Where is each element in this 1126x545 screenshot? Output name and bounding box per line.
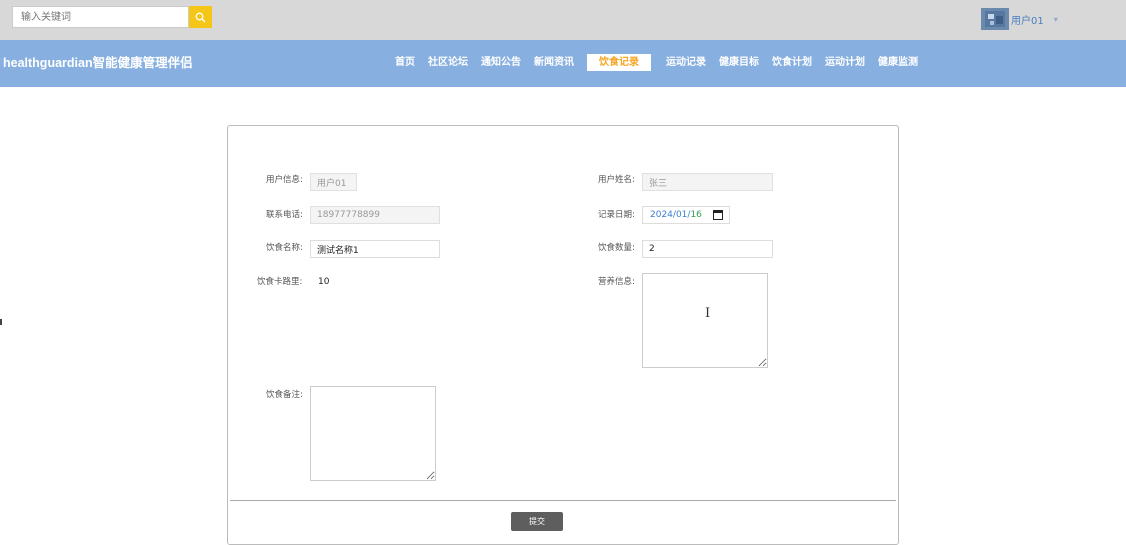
nav-item-health-monitor[interactable]: 健康监测 [878, 54, 918, 71]
date-day: 16 [690, 210, 702, 220]
user-realname-label: 用户姓名: [598, 175, 635, 185]
date-year: 2024 [650, 210, 673, 220]
main-navbar: healthguardian智能健康管理伴侣 首页 社区论坛 通知公告 新闻资讯… [0, 40, 1126, 87]
nav-item-notice[interactable]: 通知公告 [481, 54, 521, 71]
nav-item-health-goal[interactable]: 健康目标 [719, 54, 759, 71]
nav-item-exercise-record[interactable]: 运动记录 [666, 54, 706, 71]
diet-record-form: 用户信息: 用户姓名: 联系电话: 记录日期: 2024/01/16 饮食名称:… [227, 125, 899, 545]
record-date-input[interactable]: 2024/01/16 [642, 206, 730, 224]
avatar-icon [981, 8, 1009, 30]
nav-item-news[interactable]: 新闻资讯 [534, 54, 574, 71]
user-info-label: 用户信息: [266, 175, 303, 185]
calories-value: 10 [318, 277, 330, 287]
nav-item-home[interactable]: 首页 [395, 54, 415, 71]
nav-item-forum[interactable]: 社区论坛 [428, 54, 468, 71]
food-qty-label: 饮食数量: [598, 243, 635, 253]
site-brand[interactable]: healthguardian智能健康管理伴侣 [3, 52, 193, 71]
nav-item-diet-plan[interactable]: 饮食计划 [772, 54, 812, 71]
food-qty-field[interactable] [642, 240, 773, 258]
calendar-icon[interactable] [713, 210, 723, 220]
date-month: 01 [675, 210, 688, 220]
nav-menu: 首页 社区论坛 通知公告 新闻资讯 饮食记录 运动记录 健康目标 饮食计划 运动… [395, 54, 931, 71]
user-menu[interactable]: 用户01 ▾ [981, 8, 1058, 30]
nav-item-exercise-plan[interactable]: 运动计划 [825, 54, 865, 71]
phone-field[interactable] [310, 206, 440, 224]
chevron-down-icon[interactable]: ▾ [1054, 15, 1058, 24]
search-button[interactable] [189, 6, 212, 28]
food-name-label: 饮食名称: [266, 243, 303, 253]
user-realname-field[interactable] [642, 173, 773, 191]
window-edge-marker [0, 319, 2, 325]
user-info-field[interactable] [310, 173, 357, 191]
nav-item-diet-record[interactable]: 饮食记录 [587, 54, 651, 71]
search-input[interactable] [12, 6, 189, 28]
remark-textarea[interactable] [310, 386, 436, 481]
search-icon [195, 12, 206, 22]
form-divider [230, 500, 896, 501]
top-bar: 用户01 ▾ [0, 0, 1126, 40]
food-name-field[interactable] [310, 240, 440, 258]
phone-label: 联系电话: [266, 210, 303, 220]
user-name[interactable]: 用户01 [1011, 12, 1044, 27]
nutrition-label: 营养信息: [598, 277, 635, 287]
submit-button[interactable]: 提交 [511, 512, 563, 531]
calories-label: 饮食卡路里: [257, 277, 303, 287]
remark-label: 饮食备注: [266, 390, 303, 400]
record-date-label: 记录日期: [598, 210, 635, 220]
text-cursor-icon: I [705, 306, 711, 321]
